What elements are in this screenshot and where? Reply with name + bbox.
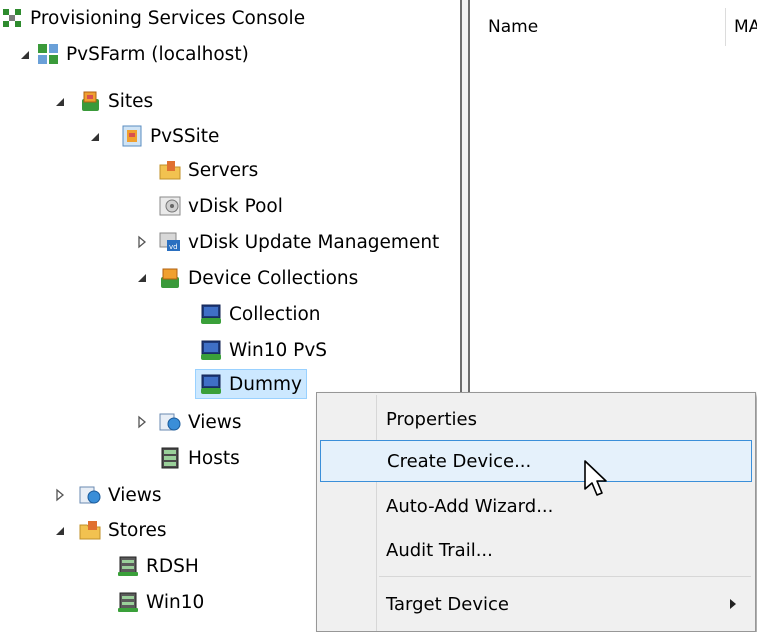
tree-node-win10-pvs[interactable]: Win10 PvS bbox=[199, 335, 327, 365]
tree-node-vdisk-update[interactable]: vd vDisk Update Management bbox=[158, 227, 439, 257]
tree-label: vDisk Update Management bbox=[188, 231, 440, 253]
menu-item-create-device[interactable]: Create Device... bbox=[320, 440, 752, 482]
tree-label: Dummy bbox=[229, 373, 302, 395]
store-icon bbox=[116, 590, 140, 614]
tree-label: Win10 bbox=[146, 591, 205, 613]
expand-icon[interactable] bbox=[135, 235, 149, 249]
menu-item-label: Properties bbox=[386, 408, 477, 430]
tree-node-win10[interactable]: Win10 bbox=[116, 587, 204, 617]
expand-icon[interactable] bbox=[135, 415, 149, 429]
menu-item-auto-add-wizard[interactable]: Auto-Add Wizard... bbox=[320, 485, 752, 527]
tree-label: Views bbox=[108, 484, 162, 506]
collapse-icon[interactable] bbox=[135, 271, 149, 285]
tree-label: Win10 PvS bbox=[229, 339, 328, 361]
menu-item-audit-trail[interactable]: Audit Trail... bbox=[320, 529, 752, 571]
tree-label: Hosts bbox=[188, 447, 240, 469]
column-header-label: MAC bbox=[734, 17, 757, 37]
tree-node-pvssite[interactable]: PvSSite bbox=[120, 121, 219, 151]
tree-label: Provisioning Services Console bbox=[30, 7, 306, 29]
tree-label: Views bbox=[188, 411, 242, 433]
tree-label: PvSFarm (localhost) bbox=[66, 43, 249, 65]
sites-icon bbox=[78, 89, 102, 113]
context-menu: Properties Create Device... Auto-Add Wiz… bbox=[316, 392, 756, 632]
tree-node-console-root[interactable]: Provisioning Services Console bbox=[0, 3, 305, 33]
tree-node-device-collections[interactable]: Device Collections bbox=[158, 263, 358, 293]
vdisk-pool-icon bbox=[158, 194, 182, 218]
tree-node-farm[interactable]: PvSFarm (localhost) bbox=[36, 39, 249, 69]
tree-node-sites[interactable]: Sites bbox=[78, 86, 153, 116]
menu-separator bbox=[379, 576, 751, 577]
tree-label: Collection bbox=[229, 303, 321, 325]
tree-label: Servers bbox=[188, 159, 259, 181]
tree-node-site-views[interactable]: Views bbox=[158, 407, 242, 437]
tree-label: vDisk Pool bbox=[188, 195, 283, 217]
expand-icon[interactable] bbox=[53, 488, 67, 502]
store-icon bbox=[116, 554, 140, 578]
tree-node-farm-views[interactable]: Views bbox=[78, 480, 162, 510]
tree-node-servers[interactable]: Servers bbox=[158, 155, 258, 185]
tree-node-hosts[interactable]: Hosts bbox=[158, 443, 240, 473]
views-icon bbox=[78, 483, 102, 507]
device-collections-icon bbox=[158, 266, 182, 290]
selection-highlight: Dummy bbox=[195, 369, 307, 399]
menu-item-label: Auto-Add Wizard... bbox=[386, 495, 554, 517]
collection-icon bbox=[199, 372, 223, 396]
collapse-icon[interactable] bbox=[53, 524, 67, 538]
views-icon bbox=[158, 410, 182, 434]
tree-node-rdsh[interactable]: RDSH bbox=[116, 551, 199, 581]
tree-node-vdisk-pool[interactable]: vDisk Pool bbox=[158, 191, 283, 221]
collapse-icon[interactable] bbox=[53, 95, 67, 109]
menu-item-properties[interactable]: Properties bbox=[320, 398, 752, 440]
folder-servers-icon bbox=[158, 158, 182, 182]
tree-node-collection[interactable]: Collection bbox=[199, 299, 321, 329]
site-icon bbox=[120, 124, 144, 148]
menu-item-target-device[interactable]: Target Device bbox=[320, 583, 752, 625]
menu-item-label: Target Device bbox=[386, 593, 509, 615]
tree-label: Stores bbox=[108, 519, 167, 541]
tree-label: Device Collections bbox=[188, 267, 359, 289]
tree-label: RDSH bbox=[146, 555, 199, 577]
submenu-arrow-icon bbox=[730, 599, 736, 609]
tree-node-stores[interactable]: Stores bbox=[78, 515, 167, 545]
collapse-icon[interactable] bbox=[18, 48, 32, 62]
collection-icon bbox=[199, 338, 223, 362]
menu-item-label: Audit Trail... bbox=[386, 539, 493, 561]
mouse-pointer-icon bbox=[583, 459, 609, 499]
hosts-icon bbox=[158, 446, 182, 470]
tree-label: PvSSite bbox=[150, 125, 220, 147]
vdisk-update-icon: vd bbox=[158, 230, 182, 254]
column-header-label: Name bbox=[488, 17, 539, 37]
column-header-name[interactable]: Name bbox=[470, 8, 726, 46]
tree-label: Sites bbox=[108, 90, 154, 112]
console-root-icon bbox=[0, 6, 24, 30]
tree-node-dummy[interactable]: Dummy bbox=[195, 369, 307, 399]
column-header-mac[interactable]: MAC bbox=[726, 8, 757, 46]
collection-icon bbox=[199, 302, 223, 326]
folder-stores-icon bbox=[78, 518, 102, 542]
collapse-icon[interactable] bbox=[88, 130, 102, 144]
menu-item-label: Create Device... bbox=[387, 450, 532, 472]
farm-icon bbox=[36, 42, 60, 66]
svg-text:vd: vd bbox=[169, 243, 178, 251]
